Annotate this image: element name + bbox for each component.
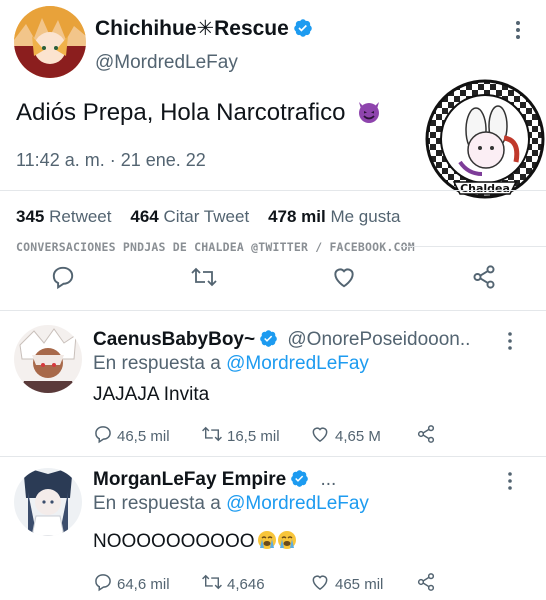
tweet-timestamp[interactable]: 11:42 a. m. · 21 ene. 22 <box>16 150 206 171</box>
reply-text: NOOOOOOOOOO <box>93 530 297 556</box>
retweets-count: 345 <box>16 207 45 226</box>
reply-button[interactable]: 64,6 mil <box>93 572 170 596</box>
share-icon[interactable] <box>470 264 498 295</box>
reply-icon <box>93 424 113 448</box>
reply-to-prefix: En respuesta a <box>93 353 221 374</box>
reply-count: 46,5 mil <box>117 427 170 445</box>
divider <box>0 190 546 191</box>
reply-action-bar: 64,6 mil 4,646 465 mil <box>93 572 533 594</box>
retweets-stat[interactable]: 345 Retweet <box>16 207 111 226</box>
verified-icon <box>290 469 309 494</box>
author-display-name[interactable]: Chichihue✳Rescue <box>95 16 313 44</box>
author-name-text: Chichihue✳Rescue <box>95 17 289 40</box>
reply-author-name-text: MorganLeFay Empire <box>93 469 287 490</box>
retweets-label: Retweet <box>49 207 112 226</box>
verified-icon <box>259 329 278 354</box>
reply-button[interactable]: 46,5 mil <box>93 424 170 448</box>
like-count: 4,65 M <box>335 427 381 445</box>
quotes-label: Citar Tweet <box>163 207 250 226</box>
divider <box>400 246 546 247</box>
like-button[interactable]: 465 mil <box>309 572 383 596</box>
likes-label: Me gusta <box>330 207 401 226</box>
reply-author-name[interactable]: CaenusBabyBoy~ @OnorePoseidooon.. <box>93 329 470 354</box>
reply-to-prefix: En respuesta a <box>93 493 221 514</box>
retweet-icon <box>201 572 223 596</box>
like-icon <box>309 572 331 596</box>
like-count: 465 mil <box>335 575 384 593</box>
devil-emoji-icon <box>356 98 382 131</box>
reply-action-bar: 46,5 mil 16,5 mil 4,65 M <box>93 424 533 446</box>
retweet-icon <box>201 424 223 448</box>
divider <box>0 456 546 457</box>
more-icon[interactable] <box>508 18 528 47</box>
more-icon[interactable] <box>502 470 518 497</box>
retweet-button[interactable]: 16,5 mil <box>201 424 280 448</box>
likes-count: 478 mil <box>268 207 326 226</box>
more-icon[interactable] <box>502 330 518 357</box>
share-button[interactable] <box>415 424 437 448</box>
reply-avatar[interactable] <box>14 325 82 393</box>
reply-to-mention[interactable]: @MordredLeFay <box>226 493 369 514</box>
crying-emoji-icon <box>257 530 297 556</box>
reply-author-name[interactable]: MorganLeFay Empire ... <box>93 469 336 494</box>
share-icon <box>415 424 437 448</box>
retweet-icon[interactable] <box>190 264 218 295</box>
quotes-stat[interactable]: 464 Citar Tweet <box>130 207 249 226</box>
chaldea-logo: Chaldea <box>424 78 546 200</box>
tweet-stats: 345 Retweet 464 Citar Tweet 478 mil Me g… <box>16 207 400 227</box>
reply-author-handle[interactable]: @OnorePoseidooon.. <box>287 329 470 350</box>
reply-to-line: En respuesta a @MordredLeFay <box>93 353 369 375</box>
reply-text-content: NOOOOOOOOOO <box>93 531 255 552</box>
author-avatar[interactable] <box>14 6 86 78</box>
reply-icon <box>93 572 113 596</box>
tweet-text-content: Adiós Prepa, Hola Narcotrafico <box>16 99 346 126</box>
logo-text: Chaldea <box>460 182 510 195</box>
retweet-count: 4,646 <box>227 575 265 593</box>
retweet-count: 16,5 mil <box>227 427 280 445</box>
reply-text: JAJAJA Invita <box>93 384 210 405</box>
verified-icon <box>293 18 313 44</box>
divider <box>0 310 546 311</box>
reply-avatar[interactable] <box>14 468 82 536</box>
reply-count: 64,6 mil <box>117 575 170 593</box>
reply-to-line: En respuesta a @MordredLeFay <box>93 493 369 515</box>
reply-author-name-text: CaenusBabyBoy~ <box>93 329 256 350</box>
reply-author-handle[interactable]: ... <box>321 469 337 490</box>
share-icon <box>415 572 437 596</box>
share-button[interactable] <box>415 572 437 596</box>
retweet-button[interactable]: 4,646 <box>201 572 265 596</box>
reply-to-mention[interactable]: @MordredLeFay <box>226 353 369 374</box>
likes-stat[interactable]: 478 mil Me gusta <box>268 207 400 226</box>
tweet-text: Adiós Prepa, Hola Narcotrafico <box>16 98 382 131</box>
like-icon[interactable] <box>330 264 358 295</box>
like-icon <box>309 424 331 448</box>
author-handle[interactable]: @MordredLeFay <box>95 52 238 74</box>
quotes-count: 464 <box>130 207 159 226</box>
like-button[interactable]: 4,65 M <box>309 424 381 448</box>
reply-icon[interactable] <box>50 264 76 295</box>
watermark-caption: Conversaciones pndjas de Chaldea @Twitte… <box>16 240 415 254</box>
